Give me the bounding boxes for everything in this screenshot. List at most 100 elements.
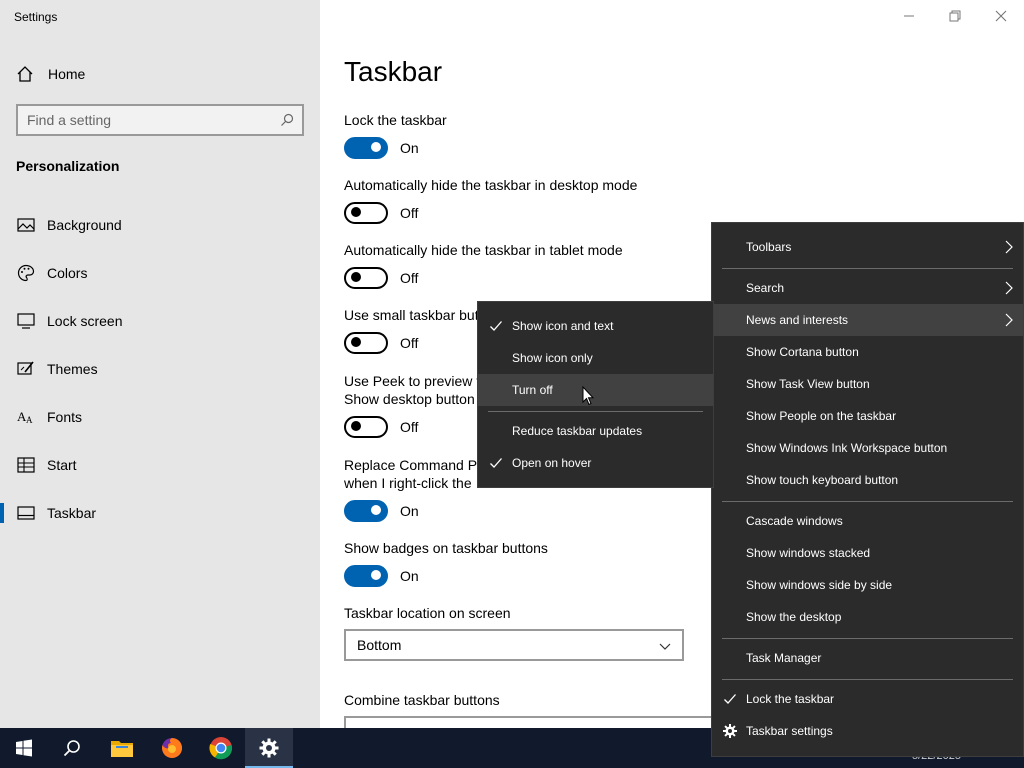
badges-toggle[interactable] [344, 565, 388, 587]
sidebar-item-label: Themes [47, 361, 98, 377]
menu-item-label: News and interests [746, 313, 849, 327]
submenu-item-label: Open on hover [512, 456, 592, 470]
firefox-icon [162, 737, 183, 758]
search-input[interactable] [27, 112, 280, 128]
firefox-button[interactable] [148, 728, 196, 768]
home-label: Home [48, 66, 86, 82]
menu-item-touch-keyboard[interactable]: Show touch keyboard button [712, 464, 1023, 496]
peek-label: Use Peek to preview t Show desktop butto… [344, 372, 480, 408]
file-explorer-button[interactable] [98, 728, 146, 768]
toggle-state: Off [400, 270, 419, 286]
taskbar-location-value: Bottom [357, 637, 402, 653]
sidebar: Settings Home Personalization Background… [0, 0, 320, 728]
search-icon [63, 740, 80, 757]
badges-toggle-row[interactable]: On [344, 565, 419, 587]
mouse-cursor-icon [582, 386, 594, 406]
toggle-state: Off [400, 419, 419, 435]
menu-item-people[interactable]: Show People on the taskbar [712, 400, 1023, 432]
replace-cmd-toggle[interactable] [344, 500, 388, 522]
menu-item-taskbar-settings[interactable]: Taskbar settings [712, 715, 1023, 747]
menu-item-lock-taskbar[interactable]: Lock the taskbar [712, 683, 1023, 715]
sidebar-item-label: Colors [47, 265, 88, 281]
menu-item-label: Show Cortana button [746, 345, 859, 359]
autohide-desktop-toggle-row[interactable]: Off [344, 202, 418, 224]
autohide-tablet-toggle-row[interactable]: Off [344, 267, 418, 289]
close-button[interactable] [978, 0, 1024, 32]
menu-item-ink-workspace[interactable]: Show Windows Ink Workspace button [712, 432, 1023, 464]
menu-item-stacked[interactable]: Show windows stacked [712, 537, 1023, 569]
menu-item-cascade[interactable]: Cascade windows [712, 505, 1023, 537]
lock-taskbar-toggle[interactable] [344, 137, 388, 159]
submenu-item-reduce-updates[interactable]: Reduce taskbar updates [478, 415, 713, 447]
gear-icon [723, 724, 737, 738]
peek-label-line2: Show desktop button [344, 391, 475, 407]
toggle-state: On [400, 568, 419, 584]
peek-toggle[interactable] [344, 416, 388, 438]
menu-item-task-manager[interactable]: Task Manager [712, 642, 1023, 674]
small-buttons-toggle[interactable] [344, 332, 388, 354]
taskbar-search-button[interactable] [48, 728, 96, 768]
menu-separator [722, 638, 1013, 639]
menu-item-side-by-side[interactable]: Show windows side by side [712, 569, 1023, 601]
menu-separator [722, 501, 1013, 502]
taskbar-location-dropdown[interactable]: Bottom [344, 629, 684, 661]
picture-icon [17, 216, 35, 234]
chevron-right-icon [1005, 313, 1013, 327]
submenu-item-icon-and-text[interactable]: Show icon and text [478, 310, 713, 342]
start-button[interactable] [0, 728, 48, 768]
checkmark-icon [490, 321, 502, 331]
chrome-icon [209, 737, 233, 760]
submenu-item-turn-off[interactable]: Turn off [478, 374, 713, 406]
settings-icon [259, 738, 279, 758]
sidebar-item-label: Lock screen [47, 313, 123, 329]
chevron-right-icon [1005, 240, 1013, 254]
restore-icon [949, 10, 961, 22]
sidebar-item-lock-screen[interactable]: Lock screen [0, 301, 320, 341]
menu-item-search[interactable]: Search [712, 272, 1023, 304]
palette-icon [17, 264, 35, 282]
small-buttons-toggle-row[interactable]: Off [344, 332, 418, 354]
sidebar-item-taskbar[interactable]: Taskbar [0, 493, 320, 533]
submenu-item-icon-only[interactable]: Show icon only [478, 342, 713, 374]
menu-item-news-and-interests[interactable]: News and interests [712, 304, 1023, 336]
sidebar-item-colors[interactable]: Colors [0, 253, 320, 293]
home-nav-item[interactable]: Home [16, 64, 85, 84]
menu-item-cortana[interactable]: Show Cortana button [712, 336, 1023, 368]
menu-item-label: Show Windows Ink Workspace button [746, 441, 948, 455]
search-icon[interactable] [280, 113, 294, 127]
small-buttons-label: Use small taskbar but [344, 307, 479, 323]
sidebar-item-start[interactable]: Start [0, 445, 320, 485]
taskbar-icon [17, 504, 35, 522]
taskbar-context-menu: Toolbars Search News and interests Show … [711, 222, 1024, 757]
submenu-item-label: Reduce taskbar updates [512, 424, 643, 438]
news-interests-submenu: Show icon and text Show icon only Turn o… [477, 301, 714, 488]
peek-toggle-row[interactable]: Off [344, 416, 418, 438]
menu-item-label: Search [746, 281, 785, 295]
autohide-tablet-toggle[interactable] [344, 267, 388, 289]
menu-item-label: Show windows stacked [746, 546, 871, 560]
menu-item-label: Show touch keyboard button [746, 473, 899, 487]
lock-screen-icon [17, 312, 35, 330]
sidebar-item-background[interactable]: Background [0, 205, 320, 245]
location-label: Taskbar location on screen [344, 605, 511, 621]
menu-item-task-view[interactable]: Show Task View button [712, 368, 1023, 400]
replace-cmd-toggle-row[interactable]: On [344, 500, 419, 522]
menu-item-show-desktop[interactable]: Show the desktop [712, 601, 1023, 633]
search-box[interactable] [16, 104, 304, 136]
settings-taskbar-button[interactable] [245, 728, 293, 768]
chrome-button[interactable] [197, 728, 245, 768]
submenu-item-open-on-hover[interactable]: Open on hover [478, 447, 713, 479]
page-title: Taskbar [344, 56, 443, 87]
menu-item-label: Show Task View button [746, 377, 870, 391]
lock-taskbar-toggle-row[interactable]: On [344, 137, 419, 159]
windows-logo-icon [16, 739, 32, 757]
menu-item-toolbars[interactable]: Toolbars [712, 231, 1023, 263]
checkmark-icon [724, 694, 736, 704]
minimize-icon [904, 15, 914, 17]
start-icon [17, 456, 35, 474]
autohide-desktop-toggle[interactable] [344, 202, 388, 224]
maximize-button[interactable] [932, 0, 978, 32]
minimize-button[interactable] [886, 0, 932, 32]
sidebar-item-themes[interactable]: Themes [0, 349, 320, 389]
sidebar-item-fonts[interactable]: AA Fonts [0, 397, 320, 437]
